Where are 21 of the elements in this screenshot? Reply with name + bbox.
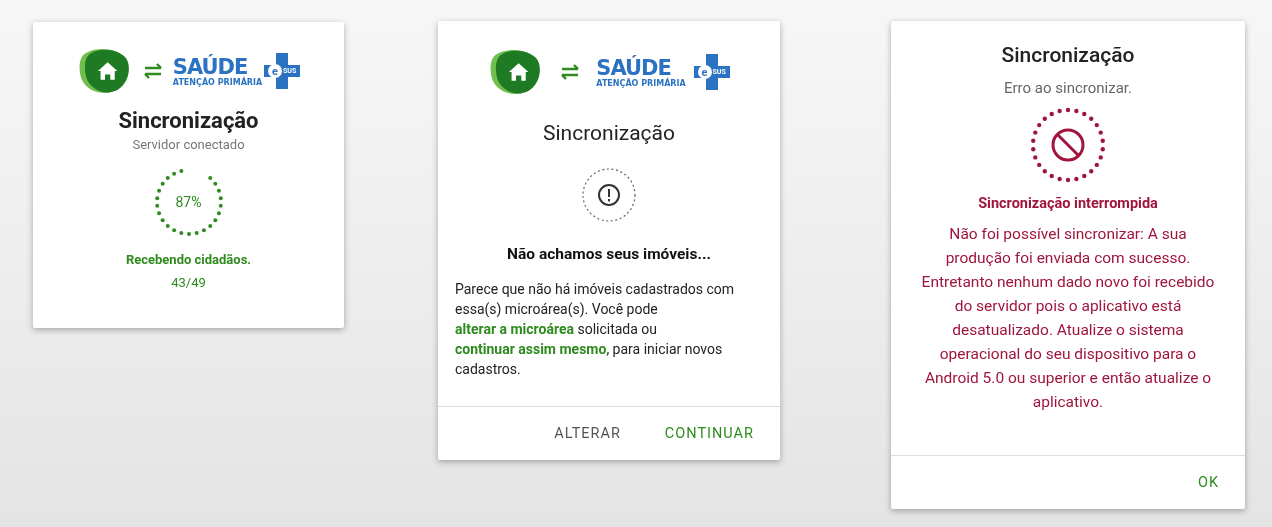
dialog-title: Sincronização xyxy=(118,108,259,133)
progress-count: 43/49 xyxy=(171,275,206,290)
brand-subtitle: ATENÇÃO PRIMÁRIA xyxy=(596,78,686,88)
dialog-message: Parece que não há imóveis cadastrados com essa(s) microárea(s). Você pode alterar a microárea solicitada ou continuar assim mesmo, para iniciar novos cadastros. xyxy=(455,280,736,379)
dialog-button[interactable]: CONTINUAR xyxy=(654,417,764,450)
dialog-heading: Não achamos seus imóveis... xyxy=(507,245,711,263)
progress-percent: 87% xyxy=(175,195,202,209)
alert-icon xyxy=(581,167,637,223)
brand-title: SAÚDE xyxy=(596,56,671,79)
dialog-button[interactable]: ALTERAR xyxy=(544,417,631,450)
dialog-button[interactable]: OK xyxy=(1187,466,1229,499)
dialog-title: Sincronização xyxy=(543,121,675,145)
dialog-heading: Sincronização interrompida xyxy=(978,195,1158,212)
dialog-message: Não foi possível sincronizar: A sua produção foi enviada com sucesso. Entretanto nenhum dado novo foi recebido do servidor pois o aplicativo está desatualizado. Atualize o sistema operacional do seu dispositivo para o Android 5.0 ou superior e então atualize o aplicativo. xyxy=(920,224,1216,413)
brand-subtitle: ATENÇÃO PRIMÁRIA xyxy=(172,77,263,87)
message-link[interactable]: alterar a microárea xyxy=(455,321,574,337)
blocked-icon xyxy=(1030,107,1106,183)
status-text: Recebendo cidadãos. xyxy=(125,252,252,267)
dialog-subtitle: Servidor conectado xyxy=(132,137,245,152)
dialog-title: Sincronização xyxy=(1001,43,1135,67)
dialog-subtitle: Erro ao sincronizar. xyxy=(1004,79,1132,97)
